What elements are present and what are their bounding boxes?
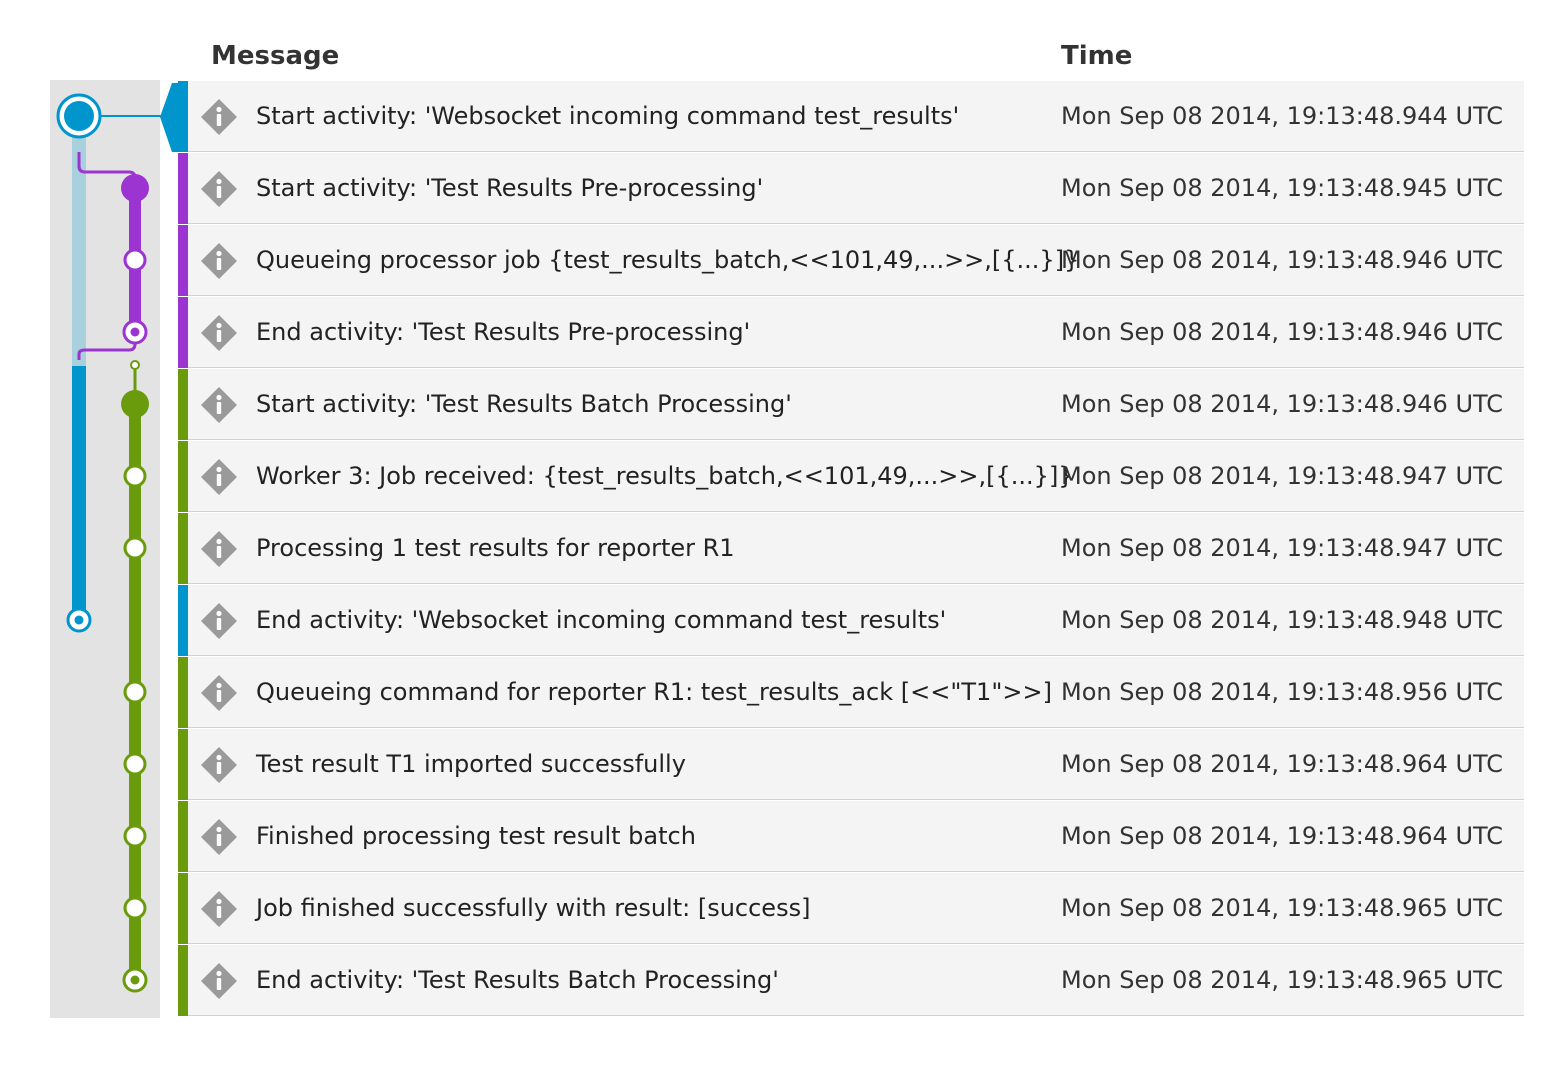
log-time: Mon Sep 08 2014, 19:13:48.947 UTC bbox=[1061, 534, 1504, 562]
event-node bbox=[123, 752, 147, 776]
info-icon bbox=[201, 531, 237, 567]
log-message: Queueing command for reporter R1: test_r… bbox=[256, 678, 1052, 706]
log-message: End activity: 'Websocket incoming comman… bbox=[256, 606, 947, 634]
log-row[interactable]: Queueing processor job {test_results_bat… bbox=[178, 225, 1524, 296]
activity-color-bar bbox=[178, 657, 188, 728]
activity-end-node-core bbox=[130, 975, 140, 985]
event-node bbox=[123, 248, 147, 272]
event-node bbox=[123, 464, 147, 488]
log-message: Queueing processor job {test_results_bat… bbox=[256, 246, 1080, 274]
activity-color-bar bbox=[178, 297, 188, 368]
info-icon bbox=[201, 603, 237, 639]
log-message: Finished processing test result batch bbox=[256, 822, 696, 850]
log-row[interactable]: End activity: 'Websocket incoming comman… bbox=[178, 585, 1524, 656]
log-message: Processing 1 test results for reporter R… bbox=[256, 534, 735, 562]
log-row[interactable]: Job finished successfully with result: [… bbox=[178, 873, 1524, 944]
log-row[interactable]: Start activity: 'Test Results Pre-proces… bbox=[178, 153, 1524, 224]
log-row[interactable]: Start activity: 'Websocket incoming comm… bbox=[178, 81, 1524, 152]
log-row[interactable]: End activity: 'Test Results Batch Proces… bbox=[178, 945, 1524, 1016]
purple-join-line bbox=[77, 343, 137, 360]
info-icon bbox=[201, 459, 237, 495]
activity-color-bar bbox=[178, 513, 188, 584]
info-icon bbox=[201, 387, 237, 423]
activity-color-bar bbox=[178, 225, 188, 296]
log-message: Start activity: 'Websocket incoming comm… bbox=[256, 102, 960, 130]
log-time: Mon Sep 08 2014, 19:13:48.946 UTC bbox=[1061, 246, 1504, 274]
log-row[interactable]: Finished processing test result batch Mon… bbox=[178, 801, 1524, 872]
log-time: Mon Sep 08 2014, 19:13:48.947 UTC bbox=[1061, 462, 1504, 490]
log-row[interactable]: Worker 3: Job received: {test_results_ba… bbox=[178, 441, 1524, 512]
log-time: Mon Sep 08 2014, 19:13:48.945 UTC bbox=[1061, 174, 1504, 202]
log-message: Start activity: 'Test Results Pre-proces… bbox=[256, 174, 764, 202]
log-time: Mon Sep 08 2014, 19:13:48.964 UTC bbox=[1061, 750, 1504, 778]
info-icon bbox=[201, 891, 237, 927]
event-node bbox=[123, 896, 147, 920]
event-node bbox=[123, 680, 147, 704]
log-message: Start activity: 'Test Results Batch Proc… bbox=[256, 390, 792, 418]
blue-track bbox=[72, 366, 86, 620]
info-icon bbox=[201, 747, 237, 783]
log-time: Mon Sep 08 2014, 19:13:48.946 UTC bbox=[1061, 318, 1504, 346]
info-icon bbox=[201, 99, 237, 135]
event-node bbox=[123, 536, 147, 560]
info-icon bbox=[201, 819, 237, 855]
log-message: End activity: 'Test Results Batch Proces… bbox=[256, 966, 779, 994]
info-icon bbox=[201, 243, 237, 279]
log-row[interactable]: Test result T1 imported successfully Mon … bbox=[178, 729, 1524, 800]
activity-color-bar bbox=[178, 873, 188, 944]
activity-color-bar bbox=[178, 945, 188, 1016]
activity-start-node bbox=[121, 174, 149, 202]
activity-start-node-core bbox=[64, 101, 94, 131]
activity-color-bar bbox=[178, 369, 188, 440]
log-row[interactable]: Start activity: 'Test Results Batch Proc… bbox=[178, 369, 1524, 440]
info-icon bbox=[201, 171, 237, 207]
log-time: Mon Sep 08 2014, 19:13:48.948 UTC bbox=[1061, 606, 1504, 634]
activity-color-bar bbox=[178, 729, 188, 800]
log-time: Mon Sep 08 2014, 19:13:48.944 UTC bbox=[1061, 102, 1504, 130]
log-time: Mon Sep 08 2014, 19:13:48.956 UTC bbox=[1061, 678, 1504, 706]
green-junction-dot bbox=[130, 360, 140, 370]
log-message: Worker 3: Job received: {test_results_ba… bbox=[256, 462, 1074, 490]
activity-color-bar bbox=[178, 585, 188, 656]
log-row[interactable]: Processing 1 test results for reporter R… bbox=[178, 513, 1524, 584]
log-message: End activity: 'Test Results Pre-processi… bbox=[256, 318, 751, 346]
log-message: Job finished successfully with result: [… bbox=[256, 894, 811, 922]
log-message: Test result T1 imported successfully bbox=[256, 750, 686, 778]
event-node bbox=[123, 824, 147, 848]
activity-color-bar bbox=[178, 153, 188, 224]
log-row[interactable]: End activity: 'Test Results Pre-processi… bbox=[178, 297, 1524, 368]
info-icon bbox=[201, 963, 237, 999]
log-time: Mon Sep 08 2014, 19:13:48.965 UTC bbox=[1061, 966, 1504, 994]
log-time: Mon Sep 08 2014, 19:13:48.965 UTC bbox=[1061, 894, 1504, 922]
log-time: Mon Sep 08 2014, 19:13:48.964 UTC bbox=[1061, 822, 1504, 850]
log-time: Mon Sep 08 2014, 19:13:48.946 UTC bbox=[1061, 390, 1504, 418]
log-row[interactable]: Queueing command for reporter R1: test_r… bbox=[178, 657, 1524, 728]
activity-start-node bbox=[121, 390, 149, 418]
activity-color-bar bbox=[178, 801, 188, 872]
info-icon bbox=[201, 675, 237, 711]
activity-end-node-core bbox=[74, 615, 84, 625]
activity-color-bar bbox=[178, 441, 188, 512]
activity-color-bar bbox=[178, 81, 188, 152]
activity-end-node-core bbox=[130, 327, 140, 337]
info-icon bbox=[201, 315, 237, 351]
